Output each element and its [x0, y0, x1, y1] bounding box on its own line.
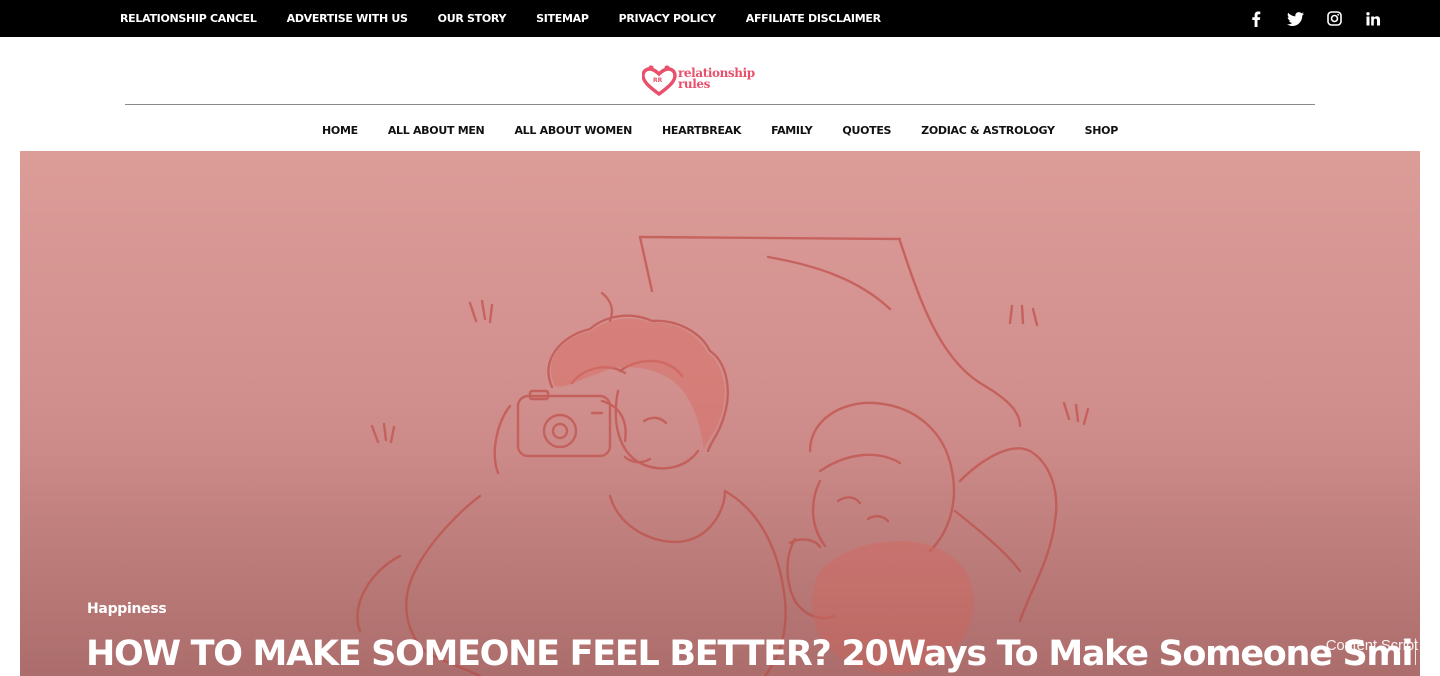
nav-item-shop[interactable]: SHOP — [1085, 124, 1119, 137]
top-link-relationship-cancel[interactable]: RELATIONSHIP CANCEL — [120, 12, 257, 25]
post-title[interactable]: HOW TO MAKE SOMEONE FEEL BETTER? 20Ways … — [86, 631, 1416, 676]
top-bar: RELATIONSHIP CANCEL ADVERTISE WITH US OU… — [0, 0, 1440, 37]
main-nav: HOME ALL ABOUT MEN ALL ABOUT WOMEN HEART… — [0, 118, 1440, 142]
logo-line-2: rules — [678, 77, 710, 91]
social-links — [1247, 0, 1382, 37]
top-links: RELATIONSHIP CANCEL ADVERTISE WITH US OU… — [120, 0, 881, 37]
linkedin-icon[interactable] — [1364, 10, 1382, 28]
post-category-link[interactable]: Happiness — [87, 601, 167, 617]
nav-item-family[interactable]: FAMILY — [771, 124, 813, 137]
content-script-label: Content Script — [1325, 637, 1418, 654]
site-logo[interactable]: RR relationship rules — [642, 64, 798, 96]
hero-featured-post[interactable]: Happiness HOW TO MAKE SOMEONE FEEL BETTE… — [20, 151, 1420, 676]
facebook-icon[interactable] — [1247, 10, 1265, 28]
top-link-our-story[interactable]: OUR STORY — [438, 12, 507, 25]
logo-badge: RR — [653, 77, 663, 84]
top-link-sitemap[interactable]: SITEMAP — [536, 12, 589, 25]
nav-item-zodiac-astrology[interactable]: ZODIAC & ASTROLOGY — [921, 124, 1055, 137]
top-link-advertise[interactable]: ADVERTISE WITH US — [287, 12, 408, 25]
nav-item-heartbreak[interactable]: HEARTBREAK — [662, 124, 741, 137]
nav-item-quotes[interactable]: QUOTES — [842, 124, 891, 137]
instagram-icon[interactable] — [1325, 10, 1343, 28]
header-divider — [125, 104, 1315, 105]
logo-wordmark: relationship rules — [678, 67, 755, 91]
nav-item-all-about-women[interactable]: ALL ABOUT WOMEN — [514, 124, 632, 137]
twitter-icon[interactable] — [1286, 10, 1304, 28]
top-link-privacy-policy[interactable]: PRIVACY POLICY — [619, 12, 716, 25]
top-link-affiliate-disclaimer[interactable]: AFFILIATE DISCLAIMER — [746, 12, 881, 25]
nav-item-home[interactable]: HOME — [322, 124, 358, 137]
nav-item-all-about-men[interactable]: ALL ABOUT MEN — [388, 124, 485, 137]
